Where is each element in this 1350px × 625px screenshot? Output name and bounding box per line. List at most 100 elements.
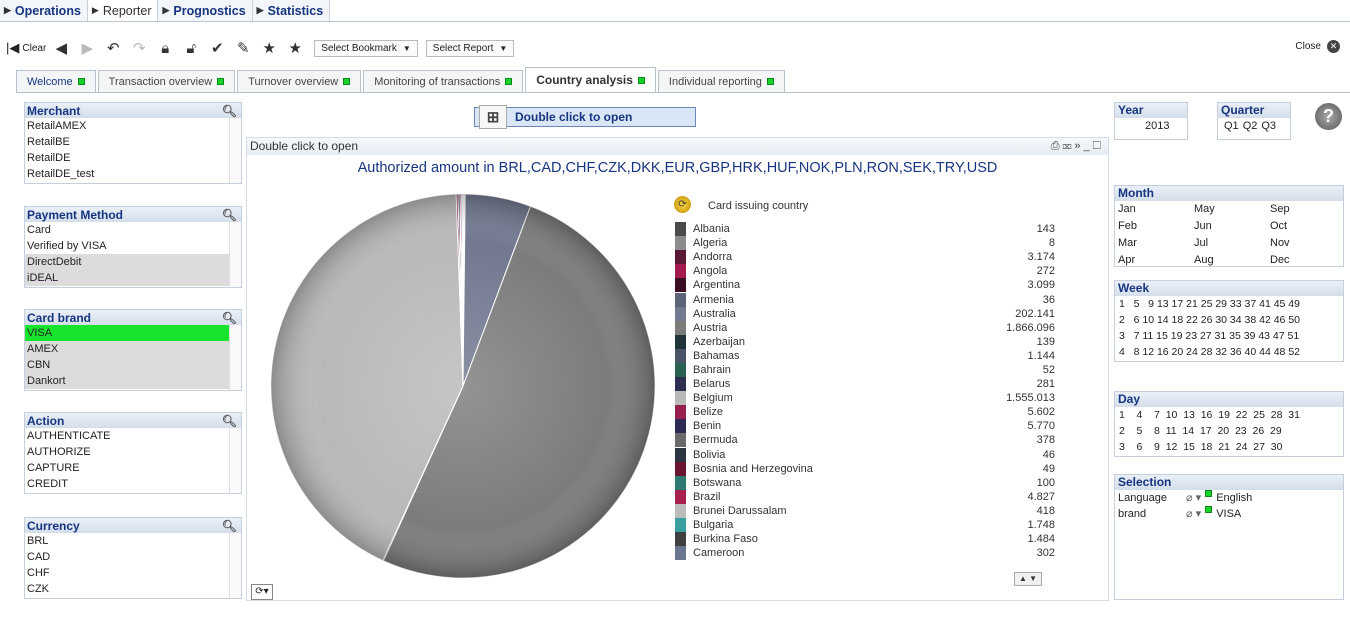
pie-chart[interactable]	[251, 174, 676, 599]
month-item[interactable]: Nov	[1270, 235, 1346, 252]
listbox-title[interactable]: Quarter	[1218, 103, 1290, 118]
month-item[interactable]: May	[1194, 201, 1270, 218]
minimize-icon[interactable]: _	[1084, 140, 1093, 152]
back-icon[interactable]: ◀	[50, 37, 72, 59]
month-item[interactable]: Apr	[1118, 252, 1194, 269]
tab-turnover-overview[interactable]: Turnover overview	[237, 70, 362, 92]
week-row[interactable]: 4 8 12 16 20 24 28 32 36 40 44 48 52	[1115, 344, 1343, 360]
listbox-title[interactable]: Month	[1115, 186, 1343, 201]
list-item[interactable]: VISA	[25, 325, 230, 341]
report-select[interactable]: Select Report ▼	[425, 39, 515, 57]
cycle-icon[interactable]: ⟳	[674, 196, 691, 213]
month-item[interactable]: Jun	[1194, 218, 1270, 235]
week-row[interactable]: 3 7 11 15 19 23 27 31 35 39 43 47 51	[1115, 328, 1343, 344]
list-item[interactable]: RetailDE	[25, 150, 230, 166]
month-item[interactable]: Mar	[1118, 235, 1194, 252]
unlock-icon[interactable]: 🔓︎	[180, 37, 202, 59]
clear-button[interactable]: |◀ Clear	[6, 37, 46, 59]
listbox-header[interactable]: Payment Method 🔍︎	[25, 207, 241, 222]
listbox-header[interactable]: Action 🔍︎	[25, 413, 241, 428]
clear-selection-icon[interactable]: ⌧	[1063, 140, 1075, 152]
quarter-item[interactable]: Q1	[1224, 118, 1239, 134]
list-item[interactable]: RetailBE	[25, 134, 230, 150]
scrollbar[interactable]	[229, 325, 241, 390]
quarter-item[interactable]: Q2	[1243, 118, 1258, 134]
legend-scroll-buttons[interactable]: ▲ ▼	[1014, 572, 1042, 586]
maximize-icon[interactable]: ☐	[1093, 140, 1104, 152]
week-row[interactable]: 2 6 10 14 18 22 26 30 34 38 42 46 50	[1115, 312, 1343, 328]
search-icon[interactable]: 🔍︎	[222, 104, 237, 118]
edit-icon[interactable]: ✎	[232, 37, 254, 59]
search-icon[interactable]: 🔍︎	[222, 311, 237, 325]
scrollbar[interactable]	[229, 118, 241, 183]
legend-item[interactable]: Bolivia 46	[675, 447, 1055, 462]
legend-item[interactable]: Austria 1.866.096	[675, 320, 1055, 335]
tab-welcome[interactable]: Welcome	[16, 70, 96, 92]
tab-individual-reporting[interactable]: Individual reporting	[657, 70, 785, 92]
scrollbar[interactable]	[229, 533, 241, 598]
search-icon[interactable]: 🔍︎	[222, 414, 237, 428]
month-item[interactable]: Jan	[1118, 201, 1194, 218]
search-icon[interactable]: 🔍︎	[222, 208, 237, 222]
chevron-up-icon[interactable]: ▲	[1019, 574, 1027, 583]
list-item[interactable]: Verified by VISA	[25, 238, 230, 254]
legend-item[interactable]: Belgium 1.555.013	[675, 391, 1055, 406]
day-row[interactable]: 1 4 7 10 13 16 19 22 25 28 31	[1115, 407, 1343, 423]
eraser-icon[interactable]: ⌀ ▾	[1186, 506, 1201, 522]
legend-item[interactable]: Brunei Darussalam 418	[675, 503, 1055, 518]
legend-item[interactable]: Burkina Faso 1.484	[675, 532, 1055, 547]
legend-item[interactable]: Bosnia and Herzegovina 49	[675, 461, 1055, 476]
list-item[interactable]: iDEAL	[25, 270, 230, 286]
legend-item[interactable]: Armenia 36	[675, 292, 1055, 307]
list-item[interactable]: CREDIT	[25, 476, 230, 492]
listbox-header[interactable]: Card brand 🔍︎	[25, 310, 241, 325]
month-item[interactable]: Feb	[1118, 218, 1194, 235]
week-row[interactable]: 1 5 9 13 17 21 25 29 33 37 41 45 49	[1115, 296, 1343, 312]
selection-row[interactable]: Language ⌀ ▾ English	[1115, 490, 1343, 506]
legend-item[interactable]: Bulgaria 1.748	[675, 518, 1055, 533]
list-item[interactable]: AUTHENTICATE	[25, 428, 230, 444]
list-item[interactable]: AUTHORIZE	[25, 444, 230, 460]
quarter-item[interactable]: Q3	[1261, 118, 1276, 134]
close-button[interactable]: Close ✕	[1295, 40, 1340, 53]
eraser-icon[interactable]: ⌀ ▾	[1186, 490, 1201, 506]
lock-icon[interactable]: 🔒︎	[154, 37, 176, 59]
legend-item[interactable]: Bermuda 378	[675, 433, 1055, 448]
listbox-title[interactable]: Week	[1115, 281, 1343, 296]
listbox-header[interactable]: Merchant 🔍︎	[25, 103, 241, 118]
check-icon[interactable]: ✔	[206, 37, 228, 59]
help-icon[interactable]: ?	[1315, 103, 1342, 130]
list-item[interactable]: BRL	[25, 533, 230, 549]
chevron-down-icon[interactable]: ▼	[1029, 574, 1037, 583]
tab-monitoring[interactable]: Monitoring of transactions	[363, 70, 524, 92]
list-item[interactable]: RetailAMEX	[25, 118, 230, 134]
nav-statistics[interactable]: ▶ Statistics	[252, 0, 331, 21]
day-row[interactable]: 3 6 9 12 15 18 21 24 27 30	[1115, 439, 1343, 455]
legend-item[interactable]: Australia 202.141	[675, 306, 1055, 321]
print-icon[interactable]: ⎙	[1051, 140, 1063, 152]
list-item[interactable]: CZK	[25, 581, 230, 597]
bookmark-select[interactable]: Select Bookmark ▼	[314, 39, 418, 57]
list-item[interactable]: AMEX	[25, 341, 230, 357]
legend-item[interactable]: Albania 143	[675, 222, 1055, 237]
list-item[interactable]: CBN	[25, 357, 230, 373]
undo-icon[interactable]: ↶	[102, 37, 124, 59]
add-bookmark-icon[interactable]: ★	[258, 37, 280, 59]
listbox-header[interactable]: Currency 🔍︎	[25, 518, 241, 533]
pie-chart-panel[interactable]: Double click to open ⎙⌧»_☐ Authorized am…	[246, 137, 1109, 601]
redo-icon[interactable]: ↷	[128, 37, 150, 59]
legend-item[interactable]: Belarus 281	[675, 377, 1055, 392]
legend-item[interactable]: Bahamas 1.144	[675, 348, 1055, 363]
legend-item[interactable]: Angola 272	[675, 264, 1055, 279]
day-row[interactable]: 2 5 8 11 14 17 20 23 26 29	[1115, 423, 1343, 439]
open-report-button[interactable]: ⊞ Double click to open	[474, 105, 696, 129]
legend-item[interactable]: Benin 5.770	[675, 419, 1055, 434]
month-item[interactable]: Dec	[1270, 252, 1346, 269]
year-value[interactable]: 2013	[1115, 118, 1187, 134]
legend-item[interactable]: Belize 5.602	[675, 405, 1055, 420]
legend-item[interactable]: Argentina 3.099	[675, 278, 1055, 293]
list-item[interactable]: Card	[25, 222, 230, 238]
legend-item[interactable]: Botswana 100	[675, 475, 1055, 490]
forward-icon[interactable]: ▶	[76, 37, 98, 59]
list-item[interactable]: CAD	[25, 549, 230, 565]
